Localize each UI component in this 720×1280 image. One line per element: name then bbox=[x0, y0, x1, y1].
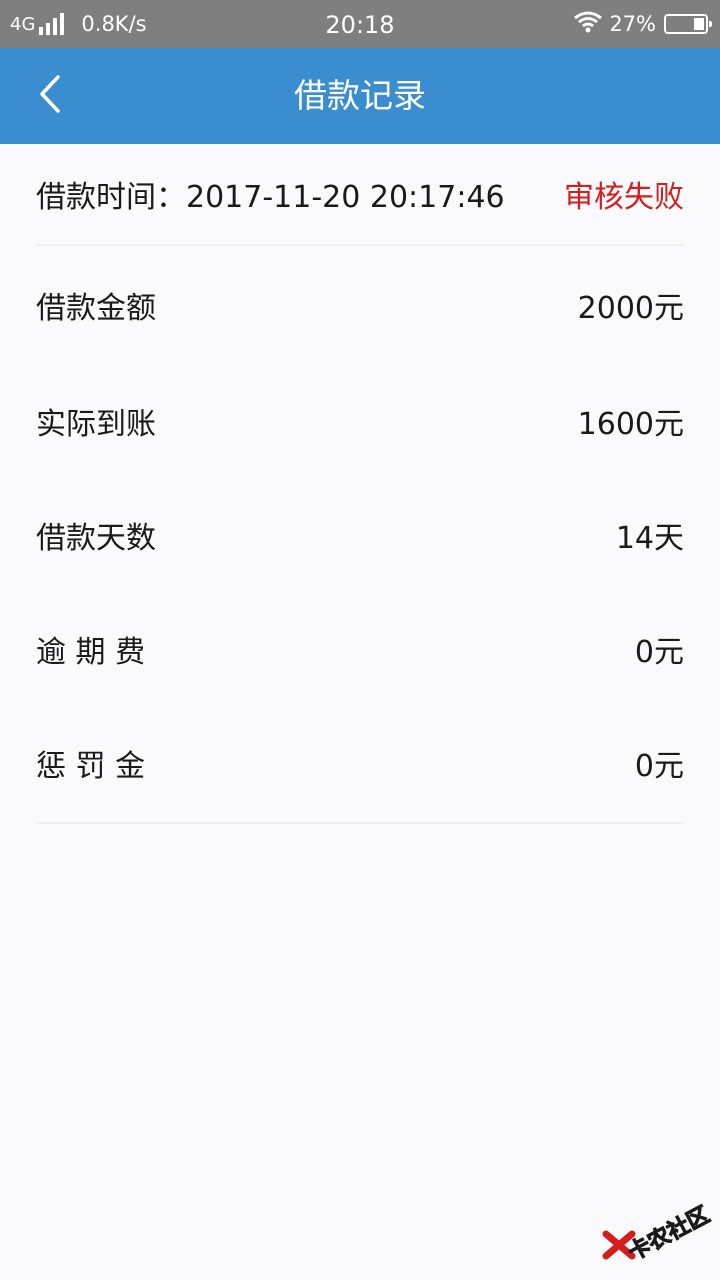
detail-row-penalty: 惩 罚 金 0元 bbox=[36, 706, 684, 820]
battery-icon bbox=[664, 14, 712, 34]
battery-percent: 27% bbox=[609, 12, 656, 36]
loan-time-label: 借款时间： bbox=[36, 180, 186, 215]
detail-row-overdue-fee: 逾 期 费 0元 bbox=[36, 592, 684, 706]
detail-label: 逾 期 费 bbox=[36, 635, 146, 670]
detail-row-loan-days: 借款天数 14天 bbox=[36, 478, 684, 592]
title-bar: 借款记录 bbox=[0, 48, 720, 144]
detail-list: 借款金额 2000元 实际到账 1600元 借款天数 14天 逾 期 费 0元 … bbox=[36, 246, 684, 820]
battery-fill bbox=[694, 18, 704, 30]
detail-label: 惩 罚 金 bbox=[36, 749, 146, 784]
screen: 4G 0.8K/s 20:18 27% 借款记录 借款时间：2017-11-20… bbox=[0, 0, 720, 1280]
detail-row-actual-received: 实际到账 1600元 bbox=[36, 364, 684, 478]
status-bar-right: 27% bbox=[573, 10, 712, 38]
detail-value: 0元 bbox=[634, 749, 684, 784]
watermark-logo: 卡农社区 bbox=[602, 1186, 714, 1266]
detail-value: 0元 bbox=[634, 635, 684, 670]
loan-time-value: 2017-11-20 20:17:46 bbox=[186, 180, 505, 215]
detail-value: 1600元 bbox=[577, 407, 684, 442]
detail-label: 借款天数 bbox=[36, 521, 156, 556]
loan-record-card: 借款时间：2017-11-20 20:17:46 审核失败 借款金额 2000元… bbox=[36, 144, 684, 824]
bottom-divider bbox=[36, 822, 684, 824]
watermark-text: 卡农社区 bbox=[624, 1202, 714, 1266]
status-bar: 4G 0.8K/s 20:18 27% bbox=[0, 0, 720, 48]
record-header-row: 借款时间：2017-11-20 20:17:46 审核失败 bbox=[36, 144, 684, 246]
detail-value: 2000元 bbox=[577, 291, 684, 326]
chevron-left-icon bbox=[36, 74, 64, 118]
page-title: 借款记录 bbox=[294, 76, 426, 115]
wifi-icon bbox=[573, 11, 603, 38]
detail-value: 14天 bbox=[615, 521, 684, 556]
detail-label: 实际到账 bbox=[36, 407, 156, 442]
detail-label: 借款金额 bbox=[36, 291, 156, 326]
loan-time: 借款时间：2017-11-20 20:17:46 bbox=[36, 172, 505, 216]
status-badge: 审核失败 bbox=[564, 180, 684, 215]
detail-row-loan-amount: 借款金额 2000元 bbox=[36, 246, 684, 364]
back-button[interactable] bbox=[20, 66, 80, 126]
